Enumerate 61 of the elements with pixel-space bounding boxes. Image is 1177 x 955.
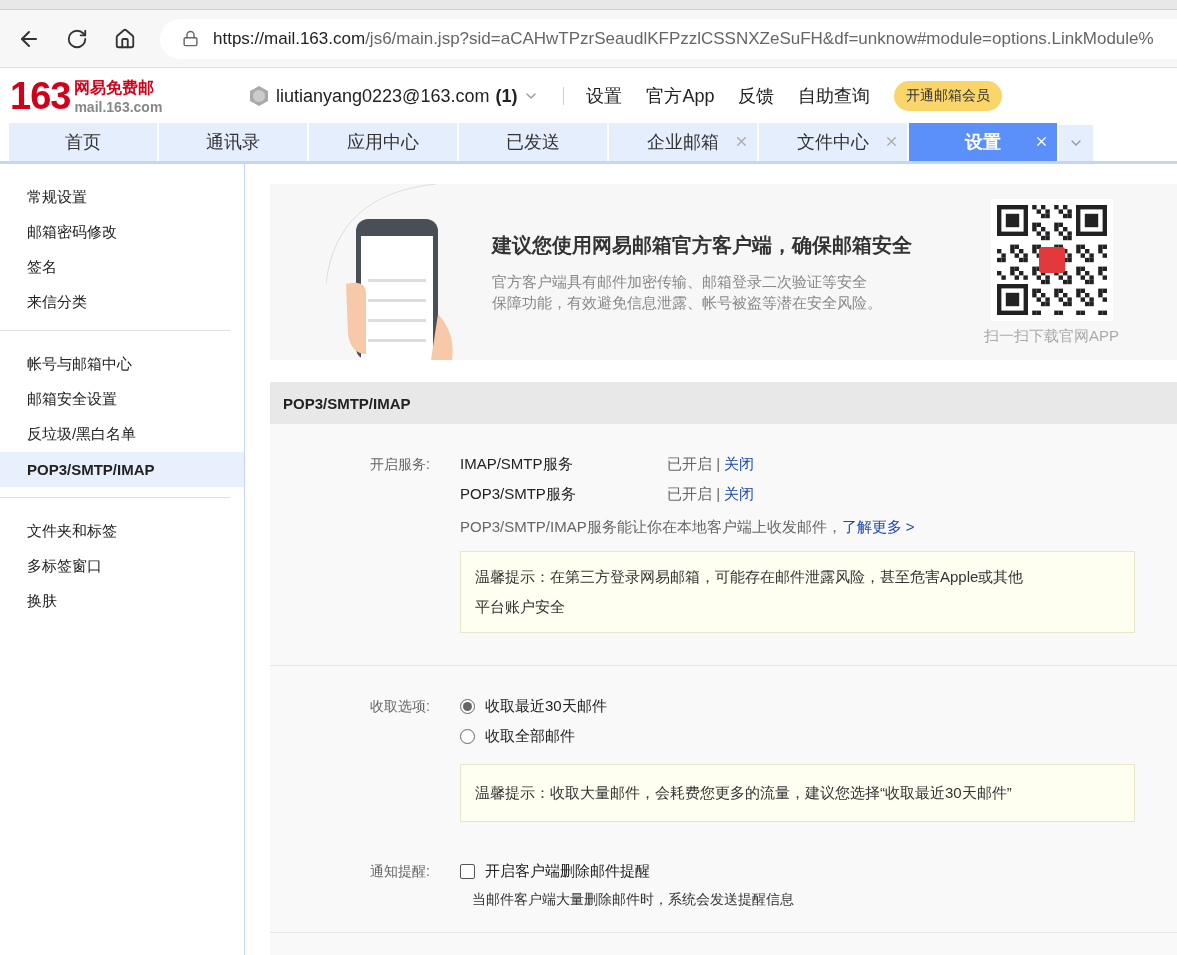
tab[interactable]: 通讯录: [159, 123, 307, 161]
tab[interactable]: 应用中心: [309, 123, 457, 161]
sidebar-item[interactable]: 反垃圾/黑白名单: [0, 417, 244, 452]
tab[interactable]: 已发送: [459, 123, 607, 161]
field-label: 通知提醒:: [369, 862, 431, 881]
sidebar-item[interactable]: 签名: [0, 250, 244, 285]
tip-text: 温馨提示：在第三方登录网易邮箱，可能存在邮件泄露风险，甚至危害Apple或其他: [475, 567, 1025, 587]
radio-icon[interactable]: [460, 728, 475, 744]
header-link[interactable]: 官方App: [646, 84, 715, 108]
service-status: 已开启: [667, 454, 712, 472]
separator: |: [716, 454, 721, 472]
section-title: POP3/SMTP/IMAP: [270, 382, 1177, 424]
tip-text: 平台账户安全: [475, 597, 566, 617]
header-link[interactable]: 反馈: [738, 84, 775, 108]
close-link[interactable]: 关闭: [724, 484, 755, 502]
qr-caption: 扫一扫下载官网APP: [984, 326, 1119, 346]
radio-icon[interactable]: [460, 698, 475, 714]
sidebar-item[interactable]: 换肤: [0, 584, 244, 619]
address-bar[interactable]: https://mail.163.com/js6/main.jsp?sid=aCAHwTPzrSeaudlKFPzzlCSSNXZeSuFH&df=unknow#module=options.LinkModule%: [160, 18, 1177, 59]
unread-count: (1): [495, 85, 518, 107]
tab[interactable]: 文件中心: [759, 123, 907, 161]
logo-domain: mail.163.com: [74, 98, 163, 115]
close-icon[interactable]: [734, 134, 749, 149]
header-link[interactable]: 自助查询: [798, 84, 871, 108]
account-name[interactable]: liutianyang0223@163.com: [276, 85, 490, 107]
coin-icon: [248, 85, 270, 107]
header-link[interactable]: 设置: [586, 84, 623, 108]
sidebar-item[interactable]: 多标签窗口: [0, 549, 244, 584]
close-icon[interactable]: [1034, 134, 1049, 149]
sidebar-item[interactable]: POP3/SMTP/IMAP: [0, 452, 244, 487]
field-label: 收取选项:: [369, 697, 431, 716]
sidebar-item[interactable]: 来信分类: [0, 285, 244, 320]
notify-hint: 当邮件客户端大量删除邮件时，系统会发送提醒信息: [471, 890, 795, 909]
sidebar-item[interactable]: 常规设置: [0, 180, 244, 215]
sidebar-item[interactable]: 邮箱安全设置: [0, 382, 244, 417]
radio-option[interactable]: 收取最近30天邮件: [460, 691, 1177, 721]
tab[interactable]: 企业邮箱: [609, 123, 757, 161]
banner-text: 保障功能，有效避免信息泄露、帐号被盗等潜在安全风险。: [492, 292, 883, 313]
banner-title: 建议您使用网易邮箱官方客户端，确保邮箱安全: [492, 232, 913, 258]
sidebar-item[interactable]: 邮箱密码修改: [0, 215, 244, 250]
close-link[interactable]: 关闭: [724, 454, 755, 472]
field-label: 开启服务:: [369, 455, 431, 474]
logo-number: 163: [10, 74, 71, 118]
radio-option[interactable]: 收取全部邮件: [460, 721, 1177, 751]
close-icon[interactable]: [884, 134, 899, 149]
logo-title: 网易免费邮: [74, 77, 156, 98]
learn-more-link[interactable]: 了解更多 >: [841, 518, 915, 535]
sidebar-item[interactable]: 帐号与邮箱中心: [0, 347, 244, 382]
service-note: POP3/SMTP/IMAP服务能让你在本地客户端上收发邮件，了解更多 >: [460, 517, 916, 537]
service-name: POP3/SMTP服务: [460, 484, 577, 504]
lock-icon: [182, 30, 199, 47]
banner-text: 官方客户端具有邮件加密传输、邮箱登录二次验证等安全: [492, 271, 868, 292]
vip-button[interactable]: 开通邮箱会员: [894, 81, 1003, 111]
separator: |: [716, 484, 721, 502]
checkbox[interactable]: [460, 863, 475, 879]
tab[interactable]: 首页: [9, 123, 157, 161]
sidebar-item[interactable]: 文件夹和标签: [0, 514, 244, 549]
service-name: IMAP/SMTP服务: [460, 454, 574, 474]
checkbox-option[interactable]: 开启客户端删除邮件提醒: [460, 856, 1177, 886]
service-status: 已开启: [667, 484, 712, 502]
tip-text: 温馨提示：收取大量邮件，会耗费您更多的流量，建议您选择“收取最近30天邮件”: [475, 783, 1013, 803]
